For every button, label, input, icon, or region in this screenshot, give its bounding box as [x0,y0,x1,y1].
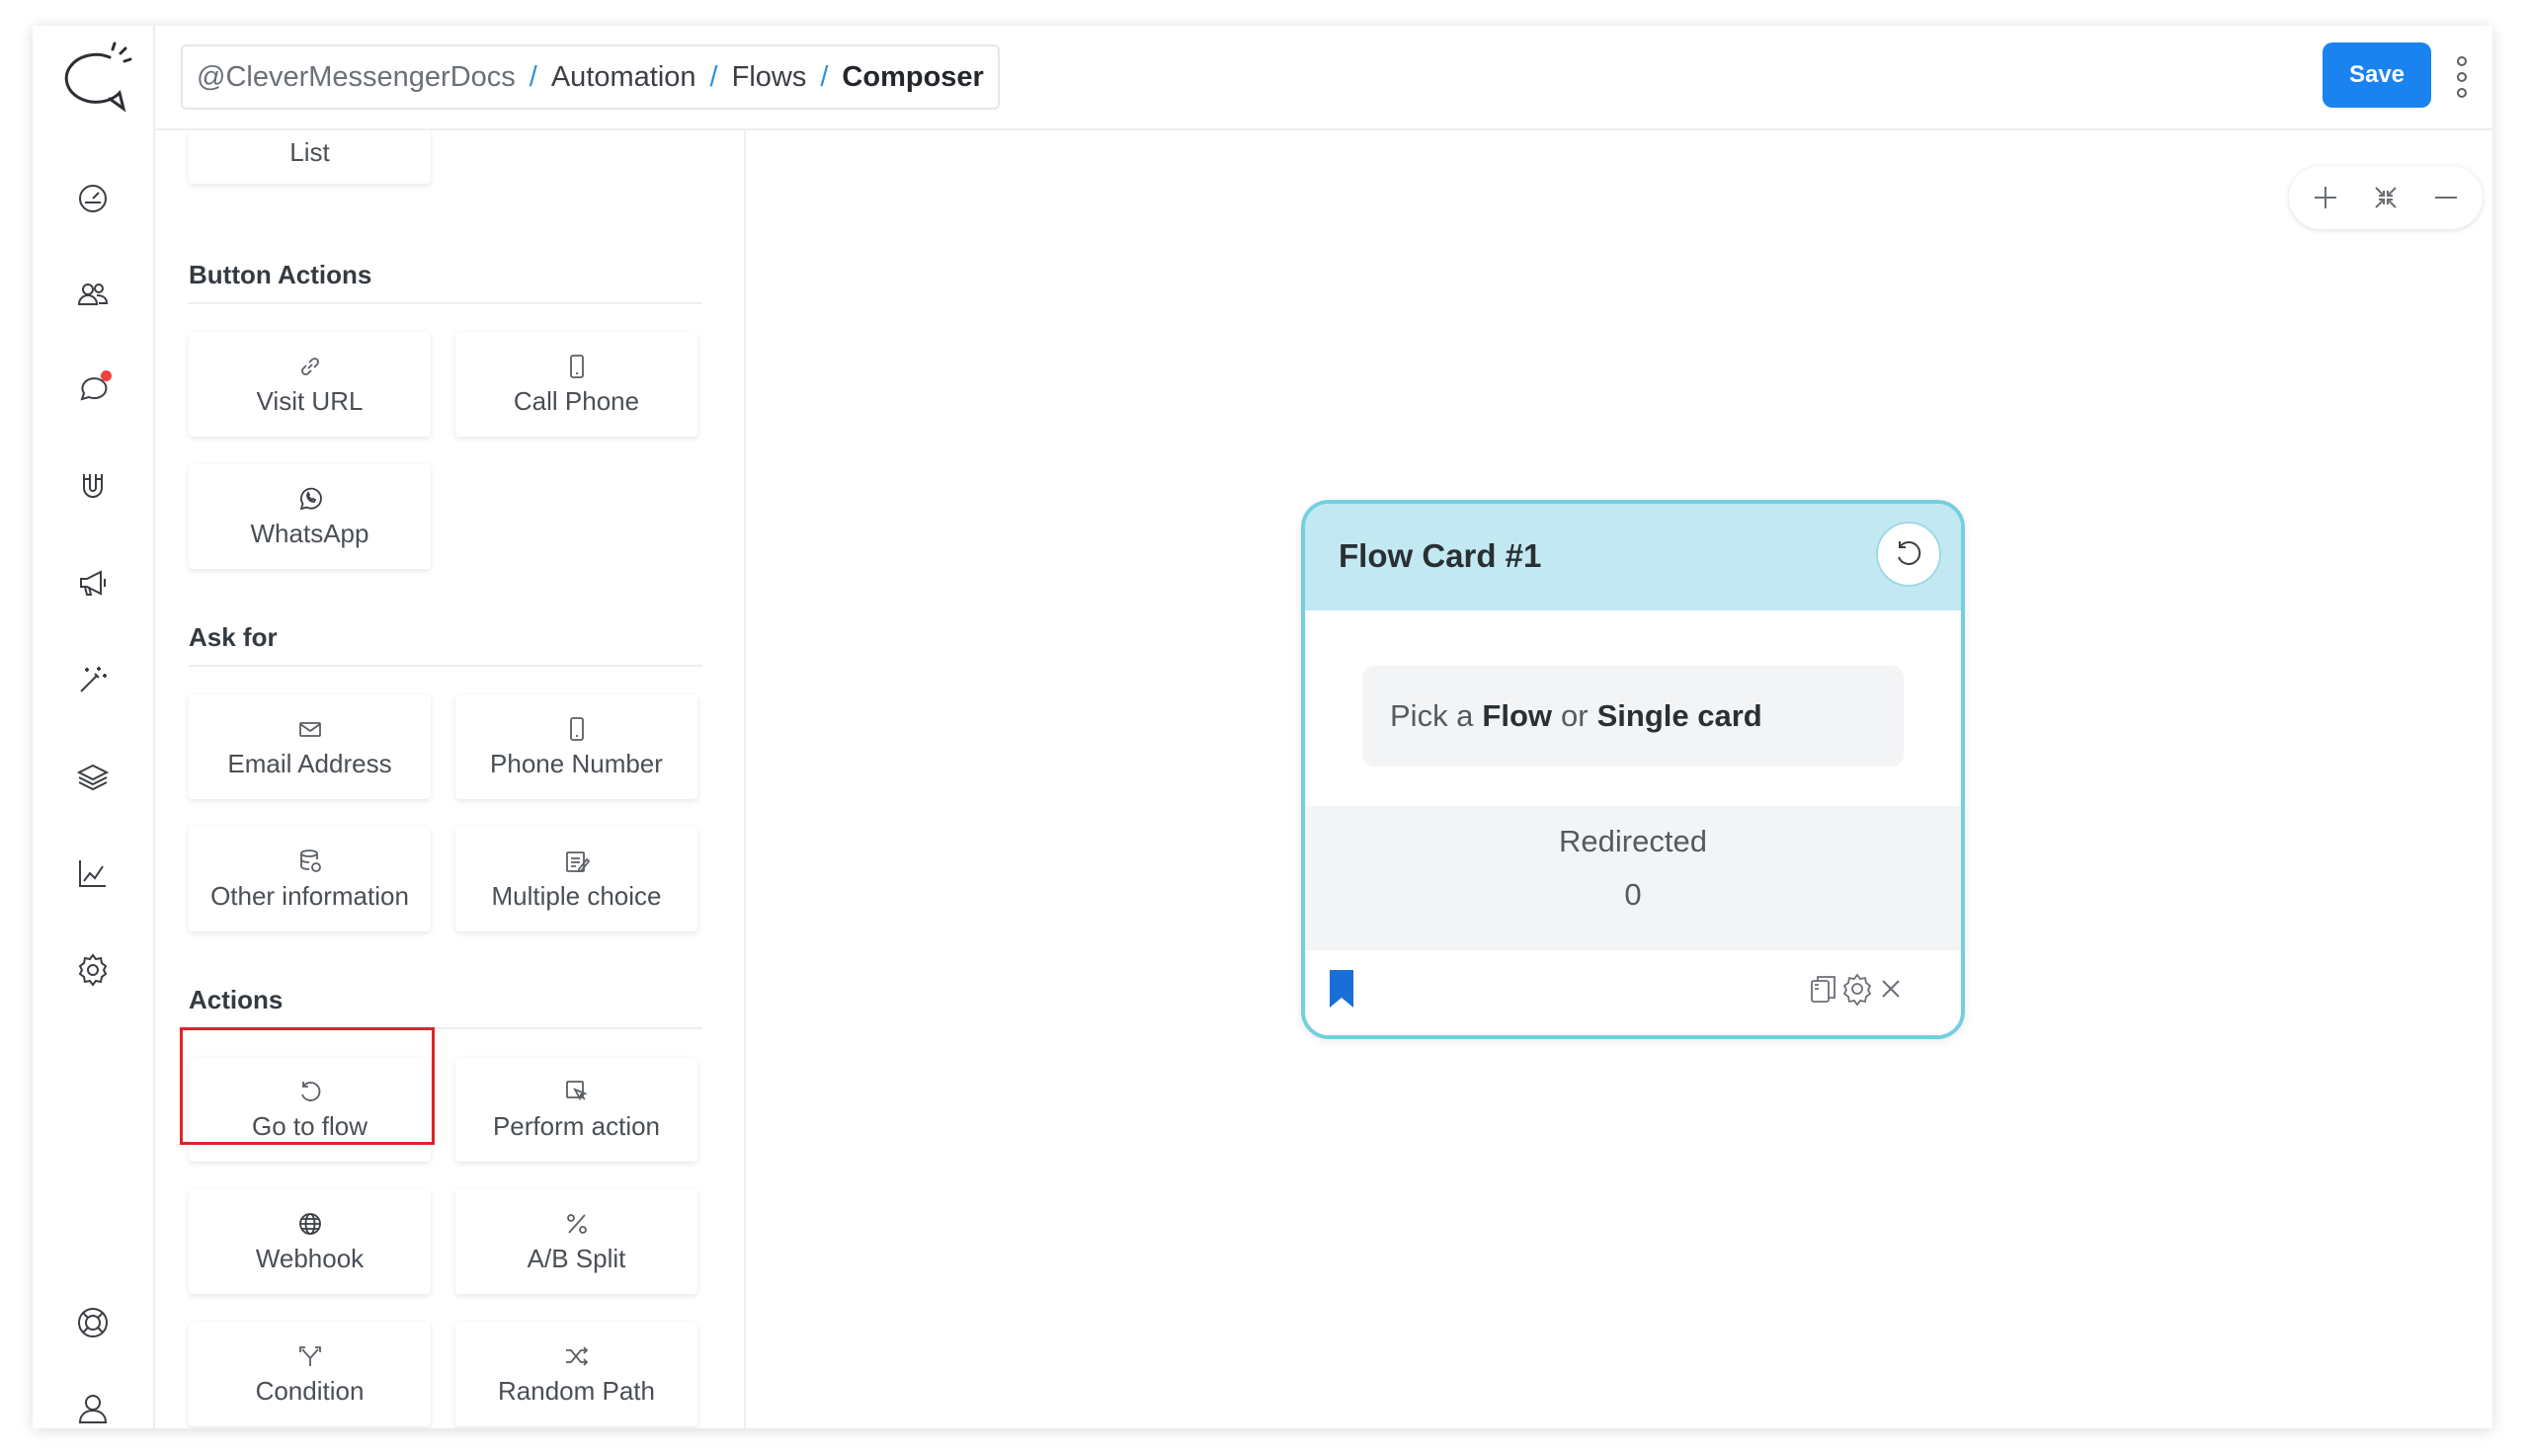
palette-item-ab-split[interactable]: A/B Split [455,1189,697,1294]
palette-item-perform-action[interactable]: Perform action [455,1057,697,1162]
palette-item-label: Webhook [255,1243,365,1273]
palette-item-label: List [289,137,330,167]
section-divider [189,302,702,304]
redo-icon[interactable] [1876,522,1941,587]
zoom-in-icon[interactable] [2309,181,2342,214]
help-icon[interactable] [75,1305,111,1340]
stat-value: 0 [1624,877,1642,912]
palette-item-multiple-choice[interactable]: Multiple choice [455,827,697,931]
live-chat-icon[interactable] [75,370,112,407]
breadcrumb-flows[interactable]: Flows [732,61,807,94]
bookmark-icon[interactable] [1327,968,1356,1010]
pick-flow-text: Flow [1482,698,1553,733]
left-nav-rail [33,26,155,1428]
palette-item-go-to-flow[interactable]: Go to flow [189,1057,431,1162]
settings-icon[interactable] [75,952,111,988]
section-title-actions: Actions [189,985,284,1014]
breadcrumb: @CleverMessengerDocs / Automation / Flow… [181,44,1000,110]
palette-item-whatsapp[interactable]: WhatsApp [189,464,431,569]
automation-icon[interactable] [75,662,111,697]
zoom-out-icon[interactable] [2429,181,2463,214]
growth-tools-icon[interactable] [75,468,111,504]
palette-item-label: Perform action [492,1110,661,1141]
link-icon [296,353,324,380]
pick-prefix: Pick a [1390,698,1474,733]
palette-item-visit-url[interactable]: Visit URL [189,332,431,437]
app-window: @CleverMessengerDocs / Automation / Flow… [33,26,2492,1428]
palette-item-label: Other information [210,880,409,911]
breadcrumb-separator: / [820,60,829,93]
more-options-icon[interactable] [2453,53,2471,101]
breadcrumb-account[interactable]: @CleverMessengerDocs [197,61,516,94]
element-palette: List Button Actions Visit URL Call Phone… [155,130,746,1428]
breadcrumb-separator: / [709,60,718,93]
palette-item-random-path[interactable]: Random Path [455,1322,697,1426]
section-divider [189,1027,702,1029]
app-logo-icon[interactable] [58,41,137,121]
pick-or: or [1561,698,1589,733]
palette-item-list[interactable]: List [189,130,431,184]
audience-icon[interactable] [75,277,111,312]
templates-icon[interactable] [75,759,111,794]
pick-single-card-text: Single card [1596,698,1762,733]
zoom-controls [2289,166,2483,229]
cursor-icon [563,1078,591,1105]
percent-icon [563,1210,591,1238]
palette-item-label: Go to flow [251,1110,368,1141]
section-divider [189,665,702,667]
palette-item-label: WhatsApp [250,518,369,548]
broadcast-icon[interactable] [75,565,111,601]
save-button[interactable]: Save [2323,42,2431,108]
flow-card-body: Pick a Flow or Single card [1305,610,1961,806]
flow-canvas[interactable]: Flow Card #1 Pick a Flow or Single card … [746,130,2492,1428]
fit-screen-icon[interactable] [2369,181,2403,214]
stat-label: Redirected [1559,824,1707,858]
palette-item-label: Visit URL [256,385,364,416]
database-icon [296,848,324,875]
analytics-icon[interactable] [75,855,111,891]
checklist-icon [563,848,591,875]
redo-icon [296,1078,324,1105]
palette-item-phone-number[interactable]: Phone Number [455,694,697,799]
palette-item-call-phone[interactable]: Call Phone [455,332,697,437]
palette-item-label: Call Phone [513,385,640,416]
dashboard-icon[interactable] [75,181,111,216]
globe-icon [296,1210,324,1238]
phone-icon [563,353,591,380]
close-icon[interactable] [1874,972,1908,1006]
top-bar: @CleverMessengerDocs / Automation / Flow… [155,26,2492,130]
settings-icon[interactable] [1840,972,1874,1006]
flow-card-title: Flow Card #1 [1339,537,1542,574]
palette-item-webhook[interactable]: Webhook [189,1189,431,1294]
copy-icon[interactable] [1807,972,1840,1006]
envelope-icon [296,715,324,743]
account-icon[interactable] [75,1391,111,1426]
flow-card[interactable]: Flow Card #1 Pick a Flow or Single card … [1301,500,1965,1039]
breadcrumb-separator: / [529,60,537,93]
palette-item-label: A/B Split [527,1243,626,1273]
breadcrumb-composer: Composer [842,60,984,93]
split-arrow-icon [296,1342,324,1370]
flow-card-footer [1305,950,1961,1035]
palette-item-condition[interactable]: Condition [189,1322,431,1426]
palette-item-label: Random Path [498,1375,655,1406]
breadcrumb-automation[interactable]: Automation [551,61,696,94]
palette-item-label: Condition [255,1375,365,1406]
palette-item-label: Phone Number [490,748,663,778]
section-title-ask-for: Ask for [189,622,278,652]
section-title-button-actions: Button Actions [189,260,372,289]
whatsapp-icon [296,485,324,513]
phone-icon [563,715,591,743]
shuffle-icon [563,1342,591,1370]
palette-item-email-address[interactable]: Email Address [189,694,431,799]
notification-dot [101,370,112,381]
pick-flow-button[interactable]: Pick a Flow or Single card [1362,666,1904,767]
palette-item-label: Email Address [227,748,392,778]
flow-card-stats: Redirected 0 [1305,806,1961,950]
flow-card-header: Flow Card #1 [1305,504,1961,610]
palette-item-other-information[interactable]: Other information [189,827,431,931]
palette-item-label: Multiple choice [491,880,662,911]
